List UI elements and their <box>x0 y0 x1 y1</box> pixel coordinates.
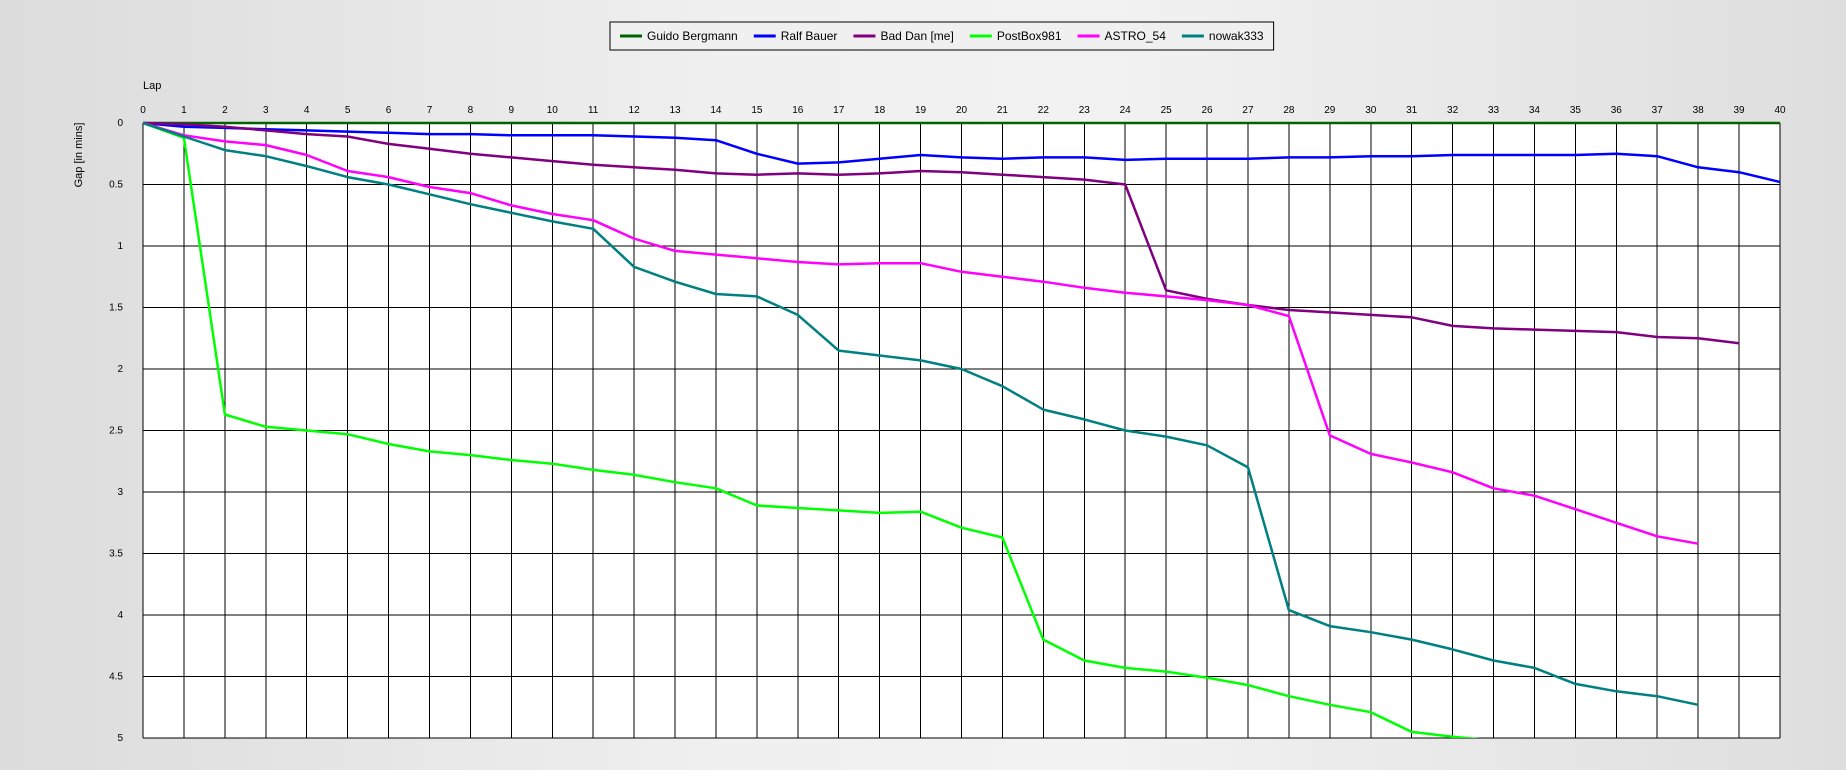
x-tick-label: 29 <box>1324 105 1336 116</box>
x-tick-label: 30 <box>1365 105 1377 116</box>
x-tick-label: 33 <box>1488 105 1500 116</box>
x-tick-label: 37 <box>1652 105 1664 116</box>
y-tick-label: 4 <box>117 610 123 621</box>
x-tick-label: 24 <box>1120 105 1132 116</box>
x-tick-label: 16 <box>792 105 804 116</box>
x-tick-label: 19 <box>915 105 927 116</box>
x-tick-label: 31 <box>1406 105 1418 116</box>
y-tick-label: 0 <box>117 118 123 129</box>
x-tick-label: 25 <box>1161 105 1173 116</box>
y-tick-label: 2 <box>117 364 123 375</box>
x-tick-label: 36 <box>1611 105 1623 116</box>
y-tick-label: 3 <box>117 487 123 498</box>
x-tick-label: 14 <box>710 105 722 116</box>
x-tick-label: 0 <box>140 105 146 116</box>
x-tick-label: 7 <box>427 105 433 116</box>
y-tick-label: 1.5 <box>109 303 123 314</box>
x-tick-label: 26 <box>1201 105 1213 116</box>
y-tick-labels: 0 0.5 1 1.5 2 2.5 3 3.5 4 4.5 5 <box>109 118 123 744</box>
x-tick-label: 28 <box>1283 105 1295 116</box>
y-tick-label: 1 <box>117 241 123 252</box>
x-tick-label: 2 <box>222 105 228 116</box>
x-tick-label: 4 <box>304 105 310 116</box>
x-tick-label: 17 <box>833 105 845 116</box>
x-tick-label: 22 <box>1038 105 1050 116</box>
x-tick-label: 1 <box>181 105 187 116</box>
x-tick-label: 32 <box>1447 105 1459 116</box>
legend-label-postbox981: PostBox981 <box>997 29 1062 43</box>
x-tick-label: 38 <box>1693 105 1705 116</box>
x-axis-title: Lap <box>143 80 161 92</box>
x-tick-label: 3 <box>263 105 269 116</box>
x-tick-label: 13 <box>669 105 681 116</box>
y-tick-label: 3.5 <box>109 549 123 560</box>
x-tick-label: 40 <box>1774 105 1786 116</box>
y-tick-label: 2.5 <box>109 426 123 437</box>
x-tick-label: 20 <box>956 105 968 116</box>
x-tick-label: 23 <box>1079 105 1091 116</box>
y-tick-label: 4.5 <box>109 672 123 683</box>
x-tick-label: 39 <box>1734 105 1746 116</box>
legend-label-guido-bergmann: Guido Bergmann <box>647 29 738 43</box>
x-tick-label: 9 <box>509 105 515 116</box>
x-tick-label: 5 <box>345 105 351 116</box>
y-tick-label: 0.5 <box>109 180 123 191</box>
x-tick-label: 35 <box>1570 105 1582 116</box>
y-axis-title: Gap [in mins] <box>73 123 85 188</box>
x-tick-label: 12 <box>629 105 641 116</box>
legend-label-nowak333: nowak333 <box>1209 29 1264 43</box>
x-tick-label: 18 <box>874 105 886 116</box>
x-tick-label: 34 <box>1529 105 1541 116</box>
x-tick-labels: 0 1 2 3 4 5 6 7 8 9 10 11 12 13 14 15 16 17 18 19 20 21 22 23 24… <box>140 105 1786 116</box>
x-tick-label: 11 <box>588 105 599 116</box>
chart-legend: Guido Bergmann Ralf Bauer Bad Dan [me] Post… <box>609 21 1275 51</box>
x-tick-label: 15 <box>751 105 763 116</box>
x-tick-label: 10 <box>547 105 559 116</box>
legend-label-ralf-bauer: Ralf Bauer <box>781 29 838 43</box>
x-tick-label: 6 <box>386 105 392 116</box>
x-tick-label: 8 <box>468 105 474 116</box>
gap-chart: Guido Bergmann Ralf Bauer Bad Dan [me] Post… <box>73 21 1786 744</box>
legend-label-astro-54: ASTRO_54 <box>1105 29 1167 43</box>
grid-lines <box>142 122 1781 739</box>
legend-label-bad-dan-me: Bad Dan [me] <box>880 29 953 43</box>
x-tick-label: 21 <box>997 105 1009 116</box>
x-tick-label: 27 <box>1242 105 1254 116</box>
y-tick-label: 5 <box>117 733 123 744</box>
